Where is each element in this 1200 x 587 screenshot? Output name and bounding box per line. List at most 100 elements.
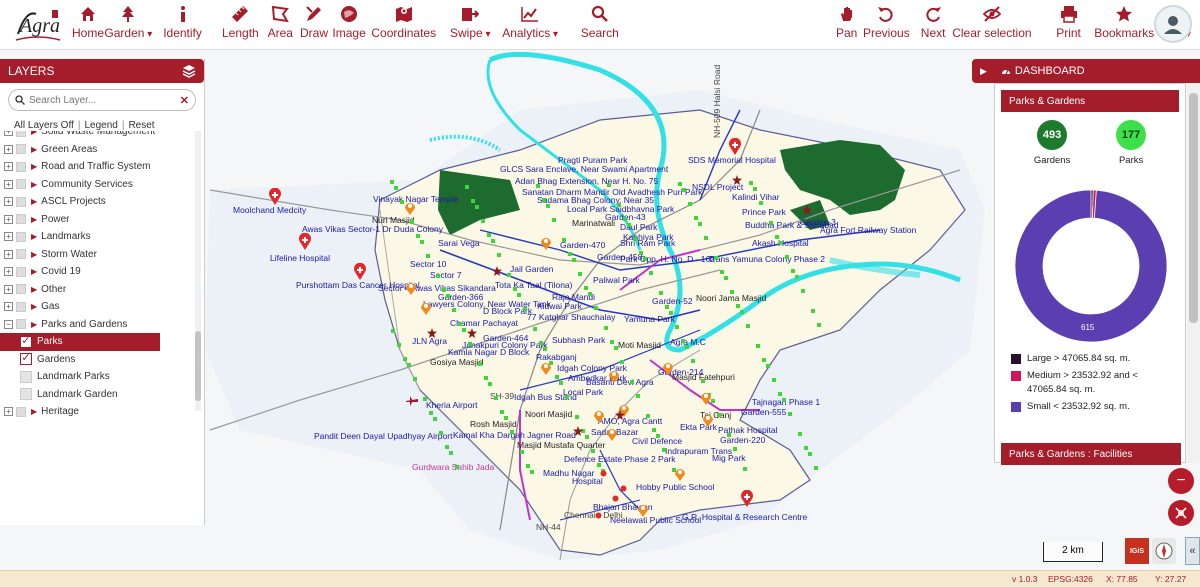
expand-icon[interactable]: + bbox=[4, 267, 13, 277]
layer-checkbox[interactable] bbox=[16, 249, 26, 260]
map-label[interactable]: Kheria Airport bbox=[426, 400, 478, 410]
map-label[interactable]: Mig Park bbox=[712, 453, 746, 463]
park-point-icon[interactable] bbox=[504, 416, 509, 421]
park-point-icon[interactable] bbox=[698, 222, 703, 227]
park-point-icon[interactable] bbox=[578, 272, 583, 277]
zoom-out-button[interactable]: − bbox=[1168, 468, 1194, 494]
heritage-star-icon[interactable] bbox=[802, 205, 812, 215]
park-point-icon[interactable] bbox=[801, 289, 806, 294]
park-point-icon[interactable] bbox=[407, 363, 412, 368]
landmark-pin-icon[interactable] bbox=[674, 466, 686, 482]
clear-search-icon[interactable]: ✕ bbox=[180, 94, 189, 107]
park-point-icon[interactable] bbox=[542, 198, 547, 203]
map-label[interactable]: Defence Estate Phase 2 Park bbox=[564, 454, 676, 464]
park-point-icon[interactable] bbox=[620, 360, 625, 365]
map-label[interactable]: Kidwai Park bbox=[537, 301, 582, 311]
dashboard-header[interactable]: ▶ DASHBOARD bbox=[972, 59, 1200, 83]
park-point-icon[interactable] bbox=[471, 199, 476, 204]
park-point-icon[interactable] bbox=[455, 465, 460, 470]
park-point-icon[interactable] bbox=[814, 466, 819, 471]
park-point-icon[interactable] bbox=[652, 428, 657, 433]
layer-checkbox[interactable] bbox=[16, 406, 26, 417]
park-point-icon[interactable] bbox=[390, 180, 395, 185]
park-point-icon[interactable] bbox=[597, 463, 602, 468]
park-point-icon[interactable] bbox=[704, 236, 709, 241]
park-point-icon[interactable] bbox=[555, 375, 560, 380]
park-point-icon[interactable] bbox=[416, 234, 421, 239]
expand-icon[interactable]: + bbox=[4, 407, 13, 417]
layer-power[interactable]: + ▶ Power bbox=[0, 211, 205, 229]
park-point-icon[interactable] bbox=[646, 414, 651, 419]
card-title-facilities[interactable]: Parks & Gardens : Facilities bbox=[1001, 443, 1181, 465]
tool-garden[interactable]: Garden bbox=[104, 5, 152, 45]
layer-checkbox[interactable]: ✓ bbox=[20, 353, 32, 366]
park-point-icon[interactable] bbox=[795, 275, 800, 280]
park-point-icon[interactable] bbox=[717, 413, 722, 418]
hospital-pin-icon[interactable] bbox=[353, 263, 367, 281]
tool-draw[interactable]: Draw bbox=[300, 5, 328, 45]
layer-checkbox[interactable] bbox=[16, 231, 26, 242]
full-extent-button[interactable] bbox=[1168, 500, 1194, 526]
layer-green-areas[interactable]: + ▶ Green Areas bbox=[0, 141, 205, 159]
park-point-icon[interactable] bbox=[562, 238, 567, 243]
map-label[interactable]: Yamuna Park bbox=[624, 314, 675, 324]
park-point-icon[interactable] bbox=[500, 410, 505, 415]
map-label[interactable]: Moti Masjid bbox=[618, 340, 661, 350]
legend-item[interactable]: Medium > 23532.92 and < 47065.84 sq. m. bbox=[1011, 369, 1171, 397]
map-label[interactable]: Gosiya Masjid bbox=[430, 357, 483, 367]
park-point-icon[interactable] bbox=[804, 446, 809, 451]
park-point-icon[interactable] bbox=[539, 341, 544, 346]
park-point-icon[interactable] bbox=[733, 447, 738, 452]
park-point-icon[interactable] bbox=[694, 216, 699, 221]
park-point-icon[interactable] bbox=[688, 202, 693, 207]
park-point-icon[interactable] bbox=[426, 254, 431, 259]
park-point-icon[interactable] bbox=[517, 293, 522, 298]
park-point-icon[interactable] bbox=[817, 323, 822, 328]
layer-covid-19[interactable]: + ▶ Covid 19 bbox=[0, 263, 205, 281]
compass-icon[interactable] bbox=[1152, 538, 1176, 564]
tool-analytics[interactable]: Analytics bbox=[502, 5, 558, 45]
expand-icon[interactable]: + bbox=[4, 144, 13, 154]
park-point-icon[interactable] bbox=[487, 233, 492, 238]
park-point-icon[interactable] bbox=[772, 378, 777, 383]
map-label[interactable]: SDS Memorial Hospital bbox=[688, 155, 776, 165]
park-point-icon[interactable] bbox=[630, 380, 635, 385]
park-point-icon[interactable] bbox=[572, 258, 577, 263]
park-point-icon[interactable] bbox=[617, 203, 622, 208]
layer-checkbox[interactable] bbox=[16, 179, 26, 190]
user-avatar[interactable] bbox=[1154, 5, 1192, 43]
park-point-icon[interactable] bbox=[568, 252, 573, 257]
park-point-icon[interactable] bbox=[481, 219, 486, 224]
park-point-icon[interactable] bbox=[591, 449, 596, 454]
tool-coordinates[interactable]: Coordinates bbox=[371, 5, 436, 45]
park-point-icon[interactable] bbox=[423, 397, 428, 402]
agra-logo[interactable]: Agra bbox=[12, 4, 64, 46]
layer-checkbox[interactable] bbox=[16, 161, 26, 172]
park-point-icon[interactable] bbox=[604, 326, 609, 331]
layer-checkbox[interactable] bbox=[16, 214, 26, 225]
expand-icon[interactable]: + bbox=[4, 302, 13, 312]
park-point-icon[interactable] bbox=[510, 430, 515, 435]
layer-community-services[interactable]: + ▶ Community Services bbox=[0, 176, 205, 194]
park-point-icon[interactable] bbox=[526, 464, 531, 469]
landmark-pin-icon[interactable] bbox=[593, 408, 605, 424]
facility-dot-icon[interactable] bbox=[600, 470, 607, 477]
park-point-icon[interactable] bbox=[585, 435, 590, 440]
park-point-icon[interactable] bbox=[394, 186, 399, 191]
park-point-icon[interactable] bbox=[785, 255, 790, 260]
layer-checkbox[interactable] bbox=[16, 301, 26, 312]
heritage-star-icon[interactable] bbox=[492, 266, 502, 276]
map-label[interactable]: GLCS Sara Enclave, Near Swami Apartment bbox=[500, 164, 668, 174]
park-point-icon[interactable] bbox=[656, 434, 661, 439]
layer-checkbox[interactable]: ✓ bbox=[20, 335, 32, 348]
expand-icon[interactable]: + bbox=[4, 232, 13, 242]
park-point-icon[interactable] bbox=[397, 343, 402, 348]
layer-checkbox[interactable] bbox=[16, 144, 26, 155]
park-point-icon[interactable] bbox=[662, 448, 667, 453]
collapse-dashboard-icon[interactable]: ▶ bbox=[980, 66, 987, 77]
map-label[interactable]: Shri Ram Park bbox=[620, 238, 675, 248]
map-label[interactable]: Garden-555 bbox=[741, 407, 786, 417]
map-label[interactable]: Moolchand Medcity bbox=[233, 205, 306, 215]
layer-checkbox[interactable] bbox=[16, 266, 26, 277]
map-label[interactable]: NH-509 Halsi Road bbox=[712, 65, 722, 138]
